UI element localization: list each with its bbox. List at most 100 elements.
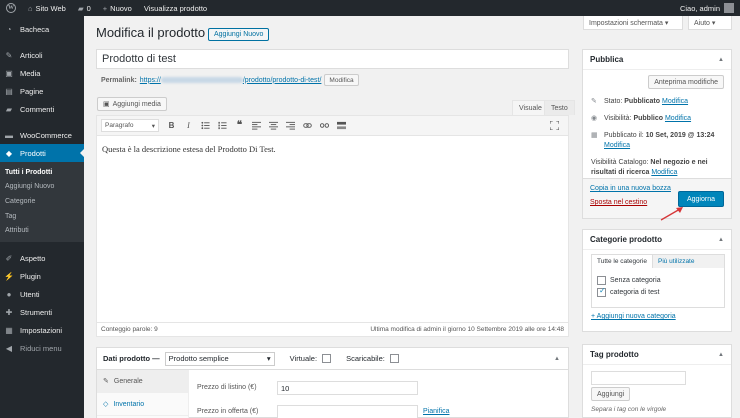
unlink-icon[interactable] [317,118,332,133]
submenu-add-new[interactable]: Aggiungi Nuovo [0,180,84,195]
new-content-link[interactable]: + Nuovo [97,0,138,16]
add-new-button[interactable]: Aggiungi Nuovo [208,28,270,41]
annotation-arrow-icon [660,207,683,221]
tab-general[interactable]: ✎ Generale [97,370,188,393]
toggle-arrow-icon[interactable]: ▲ [718,237,724,243]
users-icon: ● [6,290,12,300]
link-icon[interactable] [300,118,315,133]
publish-box: Pubblica ▲ Anteprima modifiche ✎ Stato: Pu… [582,49,732,219]
sale-price-input[interactable] [277,405,418,418]
edit-date-link[interactable]: Modifica [604,142,630,149]
categories-box-header: Categorie prodotto ▲ [583,230,731,250]
product-type-select[interactable]: Prodotto semplice ▾ [164,351,275,366]
menu-bacheca[interactable]: ◔ Bacheca [0,20,84,38]
menu-pagine[interactable]: ▤ Pagine [0,82,84,100]
product-data-tabs: ✎ Generale ◇ Inventario [97,370,189,418]
wordpress-logo[interactable]: W [0,0,22,16]
permalink-link[interactable]: https:///prodotto/prodotto-di-test/ [140,77,322,84]
menu-aspetto[interactable]: ✐ Aspetto [0,250,84,268]
regular-price-label: Prezzo di listino (€) [197,384,257,391]
add-category-link[interactable]: + Aggiungi nuova categoria [591,313,676,320]
toggle-arrow-icon[interactable]: ▲ [554,356,560,362]
chevron-down-icon: ▾ [151,122,155,130]
edit-permalink-button[interactable]: Modifica [324,74,359,86]
tags-box-header: Tag prodotto ▲ [583,345,731,365]
product-data-box: Dati prodotto — Prodotto semplice ▾ Virtu… [96,347,569,418]
submenu-all-products[interactable]: Tutti i Prodotti [0,165,84,180]
menu-utenti[interactable]: ● Utenti [0,286,84,304]
copy-to-draft-link[interactable]: Copia in una nuova bozza [590,185,671,192]
toggle-arrow-icon[interactable]: ▲ [718,57,724,63]
help-tab[interactable]: Aiuto ▾ [688,16,732,30]
downloadable-checkbox[interactable] [389,354,399,363]
edit-status-link[interactable]: Modifica [662,98,688,105]
tag-hint: Separa i tag con le virgole [591,406,667,413]
pin-icon: ✎ [591,98,597,105]
menu-articoli[interactable]: ✎ Articoli [0,46,84,64]
settings-icon: ▦ [5,326,13,336]
tab-all-categories[interactable]: Tutte le categorie [592,255,653,268]
menu-commenti[interactable]: ▰ Commenti [0,100,84,118]
publish-box-header: Pubblica ▲ [583,50,731,70]
page-title: Modifica il prodotto [96,25,206,40]
submenu-tags[interactable]: Tag [0,209,84,224]
format-select[interactable]: Paragrafo ▾ [101,119,159,132]
product-title-input[interactable]: Prodotto di test [96,49,569,69]
align-center-icon[interactable] [266,118,281,133]
move-to-trash-link[interactable]: Sposta nel cestino [590,199,647,206]
category-checkbox[interactable] [597,275,606,285]
chevron-down-icon: ▾ [266,354,271,363]
regular-price-input[interactable]: 10 [277,381,418,395]
page-icon: ▤ [5,86,13,96]
view-product-link[interactable]: Visualizza prodotto [138,0,213,16]
numbered-list-icon[interactable] [215,118,230,133]
add-media-button[interactable]: ▣ Aggiungi media [97,97,167,111]
add-tag-button[interactable]: Aggiungi [591,387,631,401]
diamond-icon: ◇ [103,401,109,408]
editor-content-area[interactable]: Questa è la descrizione estesa del Prodo… [97,136,568,162]
edit-visibility-link[interactable]: Modifica [665,115,691,122]
toggle-arrow-icon[interactable]: ▲ [718,352,724,358]
visibility-row: ◉ Visibilità: Pubblico Modifica [591,115,692,122]
blockquote-icon[interactable]: ❝ [232,118,247,133]
bold-icon[interactable]: B [164,118,179,133]
fullscreen-icon[interactable] [547,118,562,133]
screen-options-tab[interactable]: Impostazioni schermata ▾ [583,16,683,30]
align-right-icon[interactable] [283,118,298,133]
menu-prodotti[interactable]: ◆ Prodotti [0,144,84,162]
tag-input[interactable] [591,371,686,385]
italic-icon[interactable]: I [181,118,196,133]
tools-icon: ✚ [5,308,13,318]
collapse-icon: ◀ [5,344,13,354]
align-left-icon[interactable] [249,118,264,133]
sale-price-label: Prezzo in offerta (€) [197,408,259,415]
account-menu[interactable]: Ciao, admin [680,3,740,13]
update-button[interactable]: Aggiorna [677,191,724,207]
menu-woocommerce[interactable]: ▬ WooCommerce [0,126,84,144]
submenu-categories[interactable]: Categorie [0,194,84,209]
category-checkbox-checked[interactable] [597,286,606,297]
category-item[interactable]: Senza categoria [592,274,724,286]
menu-impostazioni[interactable]: ▦ Impostazioni [0,322,84,340]
collapse-menu[interactable]: ◀ Riduci menu [0,340,84,358]
preview-changes-button[interactable]: Anteprima modifiche [648,75,724,89]
edit-catalog-link[interactable]: Modifica [651,169,677,176]
permalink-row: Permalink: https:///prodotto/prodotto-di… [101,74,359,86]
bullet-list-icon[interactable] [198,118,213,133]
menu-plugin[interactable]: ⚡ Plugin [0,268,84,286]
schedule-link[interactable]: Pianifica [423,408,449,415]
site-name-link[interactable]: ⌂ Sito Web [22,0,72,16]
virtual-checkbox[interactable] [322,354,332,363]
menu-strumenti[interactable]: ✚ Strumenti [0,304,84,322]
menu-media[interactable]: ▣ Media [0,64,84,82]
toolbar-toggle-icon[interactable] [334,118,349,133]
tab-text[interactable]: Testo [544,100,575,115]
comments-link[interactable]: ▰ 0 [72,0,97,16]
admin-sidebar: ◔ Bacheca ✎ Articoli ▣ Media ▤ Pagine ▰ Comme… [0,16,84,418]
tab-inventory[interactable]: ◇ Inventario [97,393,188,416]
plus-icon: + [102,3,108,13]
submenu-attributes[interactable]: Attributi [0,223,84,238]
content-editor: Paragrafo ▾ B I ❝ Questa è la descrizione… [96,115,569,337]
category-item[interactable]: categoria di test [592,286,724,298]
tab-most-used[interactable]: Più utilizzate [653,255,700,268]
